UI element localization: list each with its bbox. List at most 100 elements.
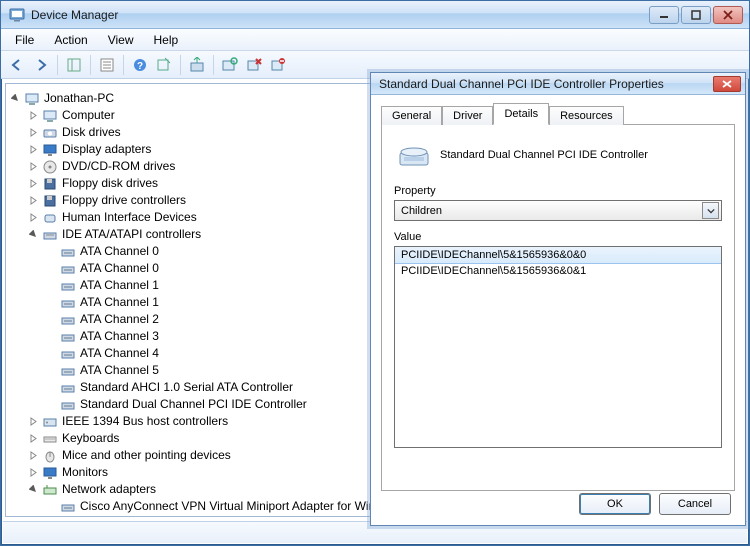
device-item-icon xyxy=(60,346,76,362)
tree-category-label: DVD/CD-ROM drives xyxy=(62,158,175,175)
no-twisty xyxy=(46,246,57,257)
menu-action[interactable]: Action xyxy=(44,31,97,49)
device-item-icon xyxy=(60,278,76,294)
device-category-icon xyxy=(42,176,58,192)
device-item-icon xyxy=(60,499,76,515)
no-twisty xyxy=(46,297,57,308)
tab-driver[interactable]: Driver xyxy=(442,106,493,125)
properties-dialog: Standard Dual Channel PCI IDE Controller… xyxy=(370,72,746,526)
tree-category-label: Keyboards xyxy=(62,430,119,447)
expand-icon[interactable] xyxy=(28,127,39,138)
device-item-icon xyxy=(60,261,76,277)
tree-category-label: IDE ATA/ATAPI controllers xyxy=(62,226,201,243)
help-button[interactable]: ? xyxy=(128,54,152,76)
expand-icon[interactable] xyxy=(28,433,39,444)
update-driver-button[interactable] xyxy=(185,54,209,76)
menu-view[interactable]: View xyxy=(98,31,144,49)
no-twisty xyxy=(46,331,57,342)
no-twisty xyxy=(46,280,57,291)
tree-item-label: Standard AHCI 1.0 Serial ATA Controller xyxy=(80,379,293,396)
no-twisty xyxy=(46,263,57,274)
device-name: Standard Dual Channel PCI IDE Controller xyxy=(440,149,648,161)
tree-root-label: Jonathan-PC xyxy=(44,90,114,107)
menu-file[interactable]: File xyxy=(5,31,44,49)
dropdown-icon xyxy=(702,202,719,219)
device-category-icon xyxy=(42,108,58,124)
no-twisty xyxy=(46,501,57,512)
expand-icon[interactable] xyxy=(28,467,39,478)
device-item-icon xyxy=(60,516,76,518)
device-category-icon xyxy=(42,482,58,498)
cancel-button[interactable]: Cancel xyxy=(659,493,731,515)
tree-item-label: ATA Channel 3 xyxy=(80,328,159,345)
tab-details[interactable]: Details xyxy=(493,103,549,125)
tree-category-label: Computer xyxy=(62,107,115,124)
tab-resources[interactable]: Resources xyxy=(549,106,624,125)
device-category-icon xyxy=(42,125,58,141)
tree-item-label: D-Link Wireless G DWA-510 Desktop Adapte… xyxy=(80,515,324,517)
property-dropdown[interactable]: Children xyxy=(394,200,722,221)
value-listbox[interactable]: PCIIDE\IDEChannel\5&1565936&0&0 PCIIDE\I… xyxy=(394,246,722,448)
maximize-button[interactable] xyxy=(681,6,711,24)
expand-icon[interactable] xyxy=(28,110,39,121)
device-item-icon xyxy=(60,363,76,379)
device-category-icon xyxy=(42,465,58,481)
tree-category-label: IEEE 1394 Bus host controllers xyxy=(62,413,228,430)
scan-button[interactable] xyxy=(218,54,242,76)
expand-icon[interactable] xyxy=(28,212,39,223)
menubar: File Action View Help xyxy=(1,29,749,51)
uninstall-button[interactable] xyxy=(242,54,266,76)
expand-icon[interactable] xyxy=(28,178,39,189)
back-button[interactable] xyxy=(5,54,29,76)
tree-category-label: Floppy drive controllers xyxy=(62,192,186,209)
no-twisty xyxy=(46,365,57,376)
action-button[interactable] xyxy=(152,54,176,76)
property-label: Property xyxy=(394,185,722,197)
expand-icon[interactable] xyxy=(28,161,39,172)
value-row[interactable]: PCIIDE\IDEChannel\5&1565936&0&0 xyxy=(394,246,722,264)
value-label: Value xyxy=(394,231,722,243)
expand-icon[interactable] xyxy=(28,450,39,461)
device-category-icon xyxy=(42,142,58,158)
menu-help[interactable]: Help xyxy=(144,31,189,49)
tree-category-label: Human Interface Devices xyxy=(62,209,197,226)
device-category-icon xyxy=(42,193,58,209)
close-button[interactable] xyxy=(713,6,743,24)
device-item-icon xyxy=(60,244,76,260)
dialog-tabstrip: General Driver Details Resources xyxy=(381,103,735,125)
collapse-icon[interactable] xyxy=(28,484,39,495)
tree-item-label: Standard Dual Channel PCI IDE Controller xyxy=(80,396,307,413)
tree-category-label: Floppy disk drives xyxy=(62,175,158,192)
tree-category-label: Disk drives xyxy=(62,124,121,141)
forward-button[interactable] xyxy=(29,54,53,76)
device-item-icon xyxy=(60,295,76,311)
collapse-icon[interactable] xyxy=(10,93,21,104)
device-category-icon xyxy=(42,159,58,175)
value-row[interactable]: PCIIDE\IDEChannel\5&1565936&0&1 xyxy=(395,263,721,279)
device-item-icon xyxy=(60,380,76,396)
tree-item-label: ATA Channel 1 xyxy=(80,294,159,311)
tree-item-label: ATA Channel 0 xyxy=(80,243,159,260)
tree-category-label: Mice and other pointing devices xyxy=(62,447,231,464)
expand-icon[interactable] xyxy=(28,144,39,155)
expand-icon[interactable] xyxy=(28,416,39,427)
titlebar[interactable]: Device Manager xyxy=(1,1,749,29)
svg-text:?: ? xyxy=(137,61,143,72)
tree-item-label: ATA Channel 2 xyxy=(80,311,159,328)
properties-button[interactable] xyxy=(95,54,119,76)
expand-icon[interactable] xyxy=(28,195,39,206)
tree-item-label: ATA Channel 4 xyxy=(80,345,159,362)
disable-button[interactable] xyxy=(266,54,290,76)
dialog-titlebar[interactable]: Standard Dual Channel PCI IDE Controller… xyxy=(371,73,745,95)
window-title: Device Manager xyxy=(31,8,118,22)
ok-button[interactable]: OK xyxy=(579,493,651,515)
tab-panel-details: Standard Dual Channel PCI IDE Controller… xyxy=(381,125,735,491)
tab-general[interactable]: General xyxy=(381,106,442,125)
collapse-icon[interactable] xyxy=(28,229,39,240)
tree-category-label: Network adapters xyxy=(62,481,156,498)
device-category-icon xyxy=(42,227,58,243)
dialog-close-button[interactable] xyxy=(713,76,741,92)
show-hide-tree-button[interactable] xyxy=(62,54,86,76)
minimize-button[interactable] xyxy=(649,6,679,24)
tree-category-label: Monitors xyxy=(62,464,108,481)
